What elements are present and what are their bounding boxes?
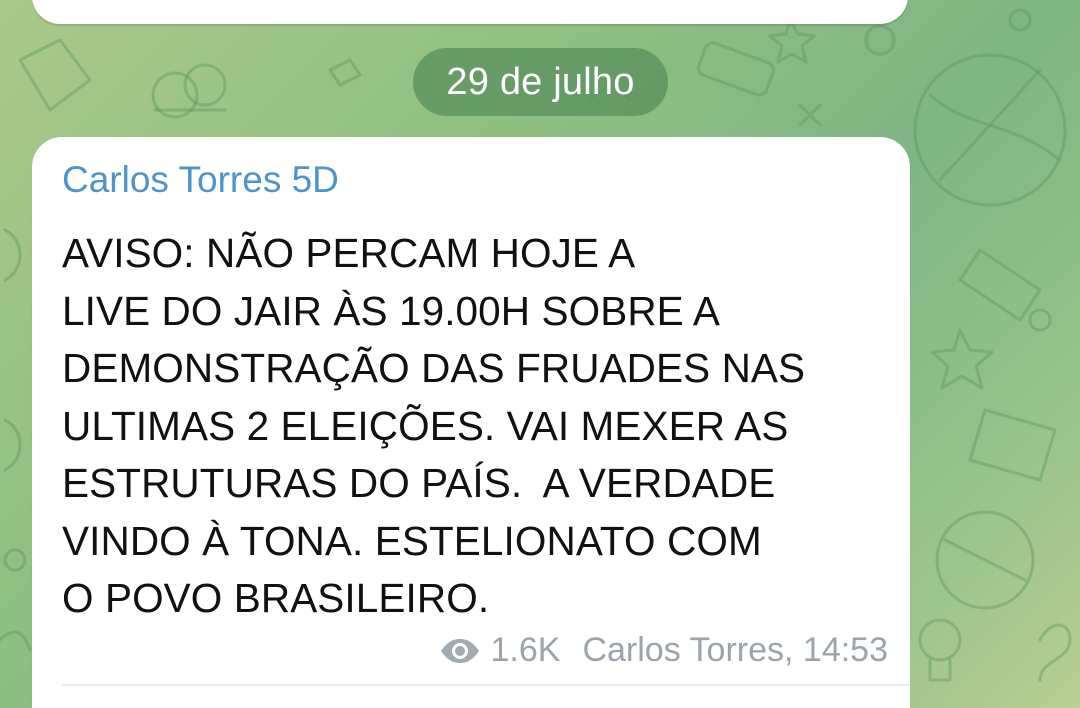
- view-count: 1.6K: [490, 631, 561, 669]
- message-text: AVISO: NÃO PERCAM HOJE A LIVE DO JAIR ÀS…: [62, 230, 806, 621]
- message-meta: 1.6K Carlos Torres, 14:53: [439, 631, 888, 670]
- bubble-divider: [62, 684, 910, 686]
- eye-icon: [440, 638, 479, 663]
- message-bubble[interactable]: Carlos Torres 5D AVISO: NÃO PERCAM HOJE …: [32, 137, 910, 708]
- sender-name[interactable]: Carlos Torres 5D: [62, 159, 339, 201]
- previous-message-bubble[interactable]: [32, 0, 908, 24]
- date-separator: 29 de julho: [413, 48, 668, 116]
- signature-time: Carlos Torres, 14:53: [582, 631, 888, 669]
